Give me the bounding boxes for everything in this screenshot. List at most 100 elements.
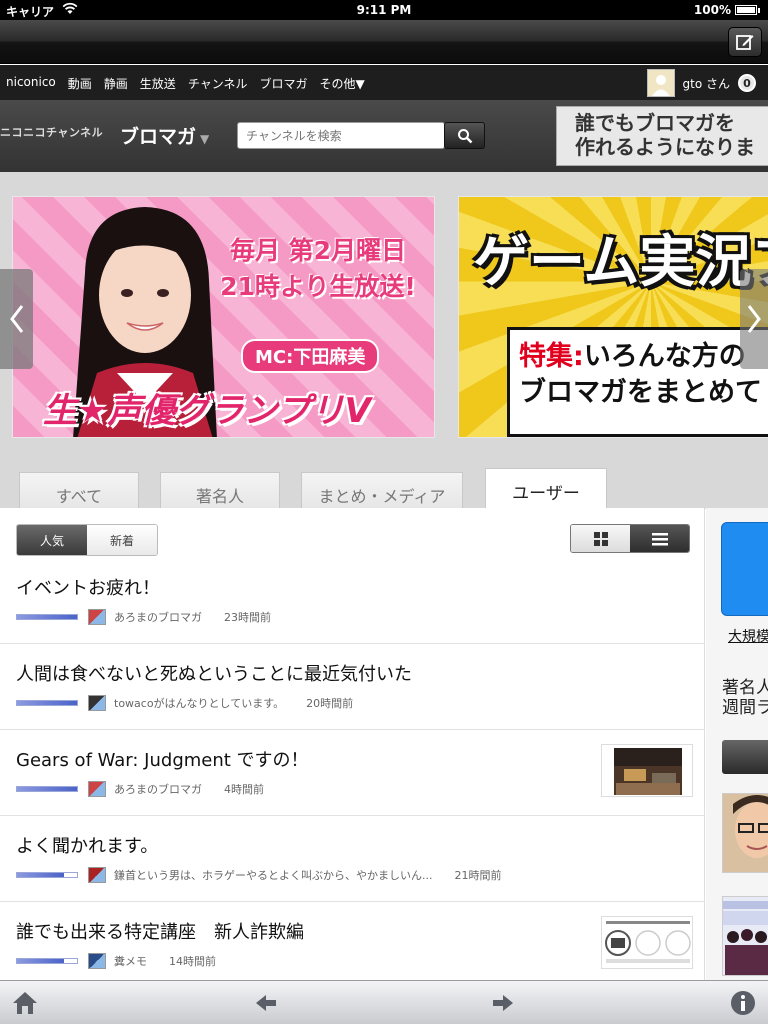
- sidebar-header-line-1: 著名人: [722, 678, 768, 698]
- channel-name[interactable]: towacoがはんなりとしています。: [114, 695, 284, 711]
- article-meta: 鎌首という男は、ホラゲーやるとよく叫ぶから、やかましいん... 21時間前: [16, 867, 502, 883]
- nav-link-niconico[interactable]: niconico: [6, 75, 56, 92]
- channel-icon: [88, 953, 106, 969]
- channel-name[interactable]: 糞メモ: [114, 953, 147, 969]
- channel-search-input[interactable]: [237, 122, 445, 149]
- notification-badge[interactable]: 0: [738, 74, 756, 92]
- list-item[interactable]: 誰でも出来る特定講座 新人詐欺編 糞メモ 14時間前: [0, 902, 705, 988]
- sidebar-feature-card[interactable]: [721, 522, 768, 616]
- channel-name[interactable]: あろまのブロマガ: [114, 609, 202, 625]
- article-meta: あろまのブロマガ 23時間前: [16, 609, 271, 625]
- user-menu[interactable]: gto さん 0: [646, 69, 756, 97]
- list-item[interactable]: イベントお疲れ！ あろまのブロマガ 23時間前: [0, 558, 705, 644]
- nav-link-seiga[interactable]: 静画: [104, 75, 128, 92]
- sidebar-ranking-tab[interactable]: [722, 740, 768, 774]
- sidebar-ranking-photo[interactable]: [722, 793, 768, 873]
- timestamp: 21時間前: [454, 869, 502, 882]
- sidebar-link[interactable]: 大規模: [728, 626, 768, 646]
- article-title[interactable]: イベントお疲れ！: [16, 574, 160, 600]
- article-title[interactable]: よく聞かれます。: [16, 832, 158, 858]
- banner2-tag: 特集:: [519, 341, 584, 372]
- list-item[interactable]: Gears of War: Judgment ですの！ あろまのブロマガ 4時間…: [0, 730, 705, 816]
- tab-users[interactable]: ユーザー: [485, 468, 607, 509]
- thumbnail-image: [602, 745, 692, 796]
- article-thumbnail[interactable]: [601, 916, 693, 969]
- grid-icon: [593, 531, 608, 546]
- dropdown-arrow-icon: ▼: [200, 132, 210, 146]
- group-photo: [723, 897, 768, 975]
- section-dropdown[interactable]: ブロマガ ▼: [120, 122, 209, 149]
- banner1-line-2: 21時より生放送!: [220, 272, 416, 301]
- carousel-prev-button[interactable]: [0, 269, 33, 369]
- tab-all[interactable]: すべて: [19, 472, 139, 509]
- channel-icon: [88, 695, 106, 711]
- article-title[interactable]: Gears of War: Judgment ですの！: [16, 746, 309, 772]
- article-list: イベントお疲れ！ あろまのブロマガ 23時間前 人間は食べないと死ぬということに…: [0, 558, 705, 988]
- list-item[interactable]: 人間は食べないと死ぬということに最近気付いた towacoがはんなりとしています…: [0, 644, 705, 730]
- nav-link-more[interactable]: その他▼: [319, 75, 364, 92]
- chevron-right-icon: [747, 305, 761, 333]
- arrow-left-icon: [256, 995, 276, 1011]
- article-list-panel: 人気 新着 イベントお疲れ！ あろまのブロマガ 23時間前 人間は食べないと死ぬ…: [0, 508, 705, 988]
- popularity-bar: [16, 786, 78, 792]
- channel-icon: [88, 781, 106, 797]
- sidebar-ranking-photo[interactable]: [722, 896, 768, 976]
- global-nav: niconico 動画 静画 生放送 チャンネル ブロマガ その他▼ gto さ…: [0, 65, 768, 100]
- bottom-toolbar: [0, 980, 768, 1024]
- timestamp: 20時間前: [306, 697, 354, 710]
- search-icon: [457, 128, 472, 143]
- category-tabs: すべて 著名人 まとめ・メディア ユーザー: [0, 468, 768, 509]
- tab-celebrity[interactable]: 著名人: [160, 472, 280, 509]
- sidebar-ranking-header: 著名人 週間ラ: [722, 678, 768, 718]
- promo-banner[interactable]: 誰でもブロマガを 作れるようになりま: [556, 106, 768, 166]
- niconico-channel-logo[interactable]: ニコニコチャンネル: [0, 124, 103, 140]
- nav-link-blomaga[interactable]: ブロマガ: [259, 75, 307, 92]
- banner2-text: 特集:いろんな方の ブロマガをまとめて: [519, 339, 762, 411]
- status-bar: キャリア 9:11 PM 100%: [0, 0, 768, 20]
- list-view-button[interactable]: [630, 525, 689, 552]
- clock: 9:11 PM: [356, 3, 412, 17]
- sort-popular-button[interactable]: 人気: [17, 525, 87, 555]
- sort-new-button[interactable]: 新着: [87, 525, 157, 555]
- tab-media[interactable]: まとめ・メディア: [301, 472, 463, 509]
- thumbnail-image: [602, 917, 692, 968]
- timestamp: 14時間前: [169, 955, 216, 968]
- channel-icon: [88, 609, 106, 625]
- home-button[interactable]: [10, 989, 40, 1017]
- user-icon: [647, 70, 674, 96]
- carousel-banner-voice-actor[interactable]: 毎月 第2月曜日 21時より生放送! MC:下田麻美 生★声優グランプリV: [12, 196, 435, 438]
- home-icon: [13, 992, 37, 1014]
- nav-link-video[interactable]: 動画: [68, 75, 92, 92]
- grid-view-button[interactable]: [571, 525, 630, 552]
- back-button[interactable]: [251, 989, 281, 1017]
- feature-carousel: 毎月 第2月曜日 21時より生放送! MC:下田麻美 生★声優グランプリV ゲー…: [0, 172, 768, 509]
- nav-link-live[interactable]: 生放送: [140, 75, 176, 92]
- carousel-next-button[interactable]: [740, 269, 768, 369]
- chevron-left-icon: [9, 305, 23, 333]
- channel-name[interactable]: あろまのブロマガ: [114, 781, 202, 797]
- banner1-line-1: 毎月 第2月曜日: [229, 236, 407, 265]
- person-photo: [723, 794, 768, 872]
- article-meta: towacoがはんなりとしています。 20時間前: [16, 695, 353, 711]
- avatar[interactable]: [646, 69, 675, 97]
- nav-link-channel[interactable]: チャンネル: [188, 75, 248, 92]
- carousel-banner-game[interactable]: ゲーム実況ブ 特集:いろんな方の ブロマガをまとめて: [458, 196, 768, 438]
- channel-name[interactable]: 鎌首という男は、ホラゲーやるとよく叫ぶから、やかましいん...: [114, 867, 433, 883]
- battery-icon: [735, 5, 757, 15]
- banner2-title: ゲーム実況ブ: [473, 230, 768, 295]
- app-toolbar: [0, 20, 768, 64]
- banner1-schedule: 毎月 第2月曜日 21時より生放送!: [213, 233, 423, 305]
- article-title[interactable]: 人間は食べないと死ぬということに最近気付いた: [16, 660, 412, 686]
- article-thumbnail[interactable]: [601, 744, 693, 797]
- list-icon: [651, 532, 668, 545]
- search-button[interactable]: [444, 122, 485, 149]
- banner1-mc: MC:下田麻美: [241, 339, 380, 373]
- compose-button[interactable]: [728, 27, 762, 57]
- list-item[interactable]: よく聞かれます。 鎌首という男は、ホラゲーやるとよく叫ぶから、やかましいん...…: [0, 816, 705, 902]
- article-title[interactable]: 誰でも出来る特定講座 新人詐欺編: [16, 918, 304, 944]
- forward-button[interactable]: [488, 989, 518, 1017]
- info-button[interactable]: [728, 989, 758, 1017]
- user-name[interactable]: gto さん: [683, 75, 730, 92]
- popularity-bar: [16, 614, 78, 620]
- global-nav-links: niconico 動画 静画 生放送 チャンネル ブロマガ その他▼: [6, 75, 365, 92]
